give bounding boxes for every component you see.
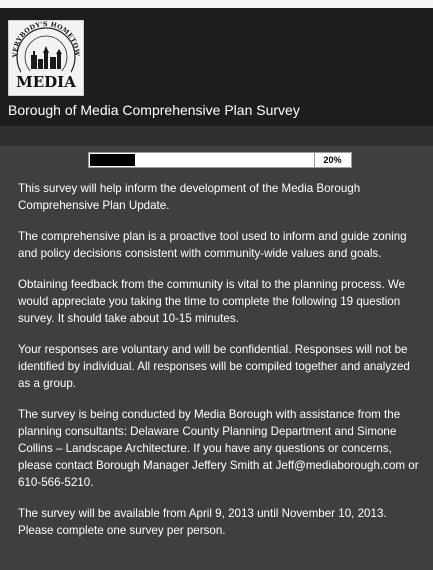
survey-intro: This survey will help inform the develop…: [18, 180, 421, 539]
intro-paragraph: Obtaining feedback from the community is…: [18, 278, 406, 325]
top-margin: [0, 0, 433, 8]
progress-fill: [89, 154, 135, 166]
intro-paragraph: The comprehensive plan is a proactive to…: [18, 230, 407, 260]
intro-paragraph: The survey will be available from April …: [18, 507, 387, 537]
survey-content: 20% This survey will help inform the dev…: [0, 146, 433, 539]
intro-paragraph: The survey is being conducted by Media B…: [18, 408, 419, 489]
progress-track: [89, 153, 315, 167]
progress-bar: 20%: [87, 152, 352, 168]
page-title: Borough of Media Comprehensive Plan Surv…: [8, 102, 300, 118]
media-borough-logo: EVERYBODY'S HOMETOWN MEDIA: [8, 20, 84, 96]
survey-header: EVERYBODY'S HOMETOWN MEDIA Borough of Me…: [0, 8, 433, 126]
logo-wordmark: MEDIA: [16, 73, 76, 91]
intro-paragraph: This survey will help inform the develop…: [18, 182, 361, 212]
intro-paragraph: Your responses are voluntary and will be…: [18, 343, 410, 390]
header-divider-strip: [0, 126, 433, 146]
progress-percent-label: 20%: [323, 155, 342, 165]
progress-row: 20%: [18, 146, 421, 172]
